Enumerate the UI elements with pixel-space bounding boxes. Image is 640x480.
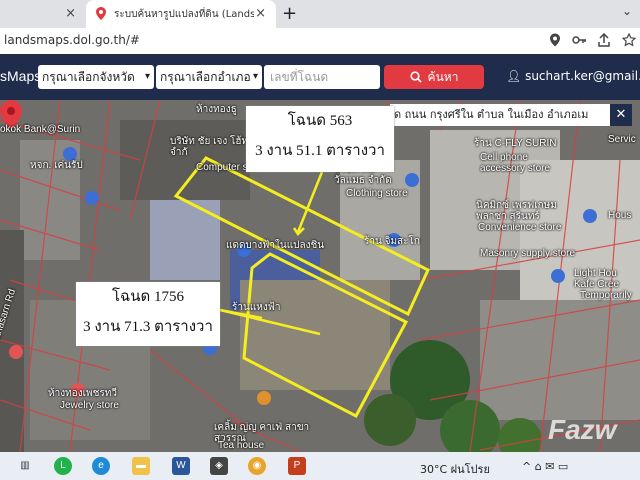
map-label[interactable]: Hous — [608, 210, 631, 221]
url-field[interactable]: landsmaps.dol.go.th/# — [4, 33, 140, 47]
powerpoint-icon[interactable]: P — [288, 457, 306, 475]
search-button[interactable]: ค้นหา — [384, 65, 484, 89]
map-label[interactable]: ร้านแหงฟ้า — [232, 302, 280, 313]
address-bar-icons — [550, 33, 636, 47]
address-bar: landsmaps.dol.go.th/# — [0, 28, 640, 55]
close-tab-icon[interactable]: × — [255, 6, 266, 21]
district-select-value: กรุณาเลือกอำเภอ — [160, 70, 251, 84]
system-tray[interactable]: ^ ⌂ ✉ ▭ — [522, 460, 568, 473]
map-label[interactable]: ห้างทองเพชรทวี — [48, 388, 117, 399]
site-brand[interactable]: sMaps — [0, 68, 41, 84]
user-account[interactable]: 👤︎ suchart.ker@gmail.co — [506, 69, 640, 83]
browser-tab-strip: × ระบบค้นหารูปแปลงที่ดิน (LandsMaps) × +… — [0, 0, 640, 28]
close-tab-icon[interactable]: × — [65, 6, 76, 21]
word-icon[interactable]: W — [172, 457, 190, 475]
edge-browser-icon[interactable]: e — [92, 457, 110, 475]
user-icon: 👤︎ — [506, 69, 522, 83]
map-label[interactable]: ห้างทองธู — [196, 104, 237, 115]
location-icon[interactable] — [550, 33, 560, 47]
map-label[interactable]: Jewelry store — [60, 400, 119, 411]
close-icon[interactable]: ✕ — [610, 104, 632, 126]
chevron-down-icon: ▾ — [144, 71, 150, 82]
search-button-label: ค้นหา — [427, 69, 459, 84]
weather-widget[interactable]: 30°C ฝนโปรย — [420, 460, 490, 478]
deed-callout-area: 3 งาน 51.1 ตารางวา — [255, 143, 385, 159]
map-label[interactable]: Convenience store — [478, 222, 561, 233]
new-tab-button[interactable]: + — [282, 3, 297, 24]
chevron-down-icon: ▾ — [252, 71, 258, 82]
deed-number-input[interactable] — [264, 65, 380, 89]
user-email: suchart.ker@gmail.co — [525, 69, 640, 83]
site-header: sMaps กรุณาเลือกจังหวัด ▾ กรุณาเลือกอำเภ… — [0, 54, 640, 100]
tab-list-button[interactable]: ⌄ — [622, 4, 632, 18]
deed-callout-title: โฉนด 1756 — [111, 289, 185, 305]
province-select-value: กรุณาเลือกจังหวัด — [42, 70, 135, 84]
os-taskbar: ▥ L e ▬ W ◈ ◉ P 30°C ฝนโปรย ^ ⌂ ✉ ▭ — [0, 452, 640, 480]
line-app-icon[interactable]: L — [54, 457, 72, 475]
deed-callout-title: โฉนด 563 — [287, 113, 353, 129]
map-label[interactable]: Servic — [608, 134, 636, 145]
map-label[interactable]: Light Hou Kafe Cree — [574, 268, 640, 290]
deed-callout-1756: โฉนด 1756 3 งาน 71.3 ตารางวา — [76, 282, 220, 346]
browser-tab-active[interactable]: ระบบค้นหารูปแปลงที่ดิน (LandsMaps) × — [86, 0, 276, 28]
map-label[interactable]: Cell phone accessory store — [480, 152, 560, 174]
map-label[interactable]: Temporarily — [580, 290, 632, 301]
map-label[interactable]: ร้าน จิมสะโก — [364, 236, 420, 247]
map-label[interactable]: Tea house — [218, 440, 264, 451]
key-icon[interactable] — [572, 33, 586, 47]
district-select[interactable]: กรุณาเลือกอำเภอ ▾ — [156, 65, 262, 89]
bookmark-star-icon[interactable] — [622, 33, 636, 47]
app-icon[interactable]: ◈ — [210, 457, 228, 475]
province-select[interactable]: กรุณาเลือกจังหวัด ▾ — [38, 65, 154, 89]
satellite-map[interactable]: okok Bank@Surin ห้างทองธู หจก. เค่นรัป บ… — [0, 100, 640, 452]
address-banner: ด ถนน กรุงศรีใน ตำบล ในเมือง อำเภอเม — [390, 104, 610, 126]
map-label[interactable]: หจก. เค่นรัป — [30, 160, 83, 171]
browser-tab-inactive[interactable]: × — [0, 0, 84, 28]
deed-callout-area: 3 งาน 71.3 ตารางวา — [83, 319, 213, 335]
map-label[interactable]: Masonry supply store — [480, 248, 575, 259]
deed-callout-563: โฉนด 563 3 งาน 51.1 ตารางวา — [246, 106, 394, 172]
search-icon — [409, 71, 422, 83]
map-label[interactable]: Clothing store — [346, 188, 408, 199]
watermark: Fazw — [548, 414, 617, 445]
map-label[interactable]: แดดบางฟ้าในแปลงชิน — [226, 240, 324, 251]
task-view-icon[interactable]: ▥ — [16, 457, 34, 475]
map-label[interactable]: นิคมิกซ์ เพรฟเกษม พลาซ่า สุรินทร์ — [476, 200, 576, 222]
map-pin-icon — [96, 7, 106, 20]
chrome-icon[interactable]: ◉ — [248, 457, 266, 475]
share-icon[interactable] — [598, 33, 610, 47]
map-label[interactable]: okok Bank@Surin — [0, 124, 80, 135]
tab-title: ระบบค้นหารูปแปลงที่ดิน (LandsMaps) — [114, 9, 254, 20]
map-label[interactable]: ร้าน C-FLY SURIN — [474, 138, 556, 149]
file-explorer-icon[interactable]: ▬ — [132, 457, 150, 475]
